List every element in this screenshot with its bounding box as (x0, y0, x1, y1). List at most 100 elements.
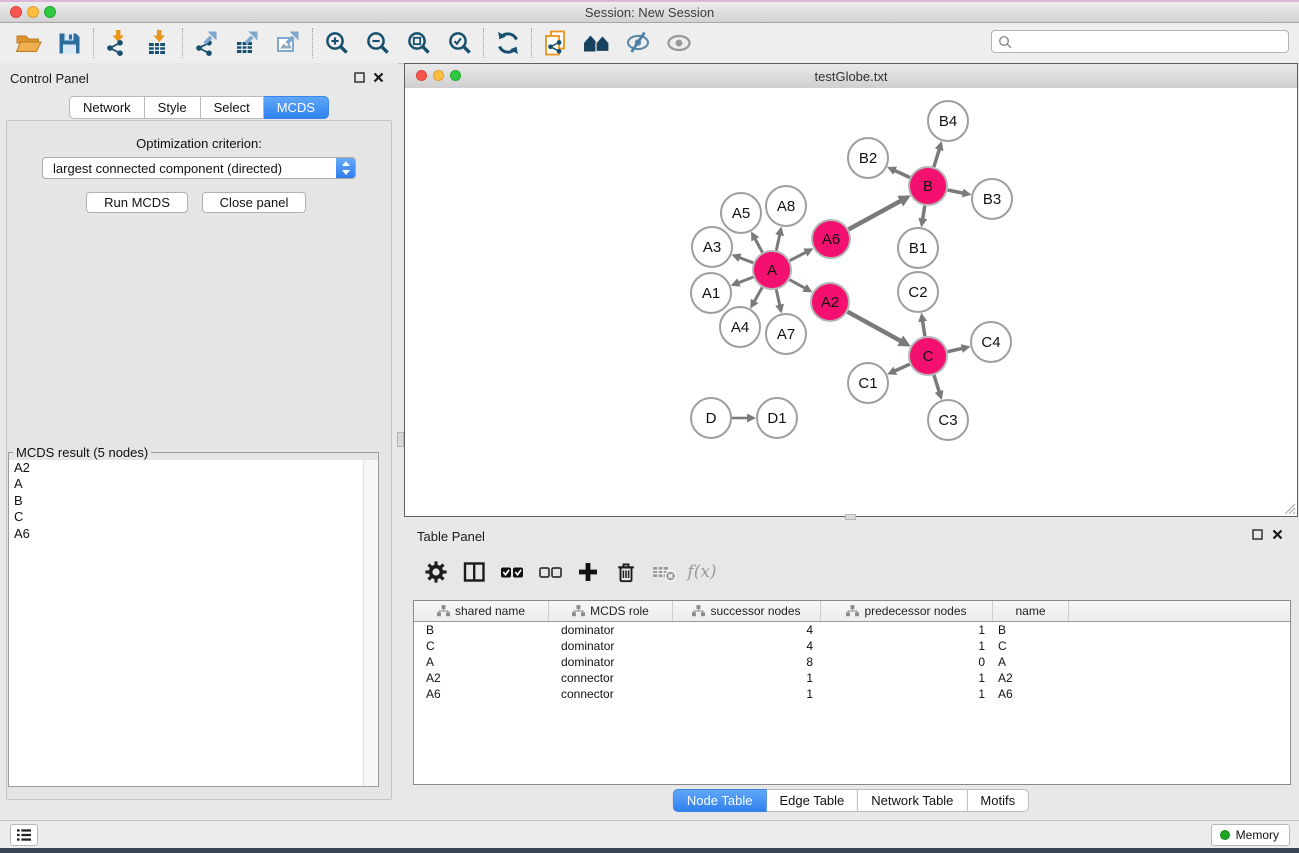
edge-B-B4[interactable] (934, 149, 939, 167)
scrollbar[interactable] (363, 460, 378, 786)
export-table-button[interactable] (227, 26, 268, 60)
graph-node-A1[interactable]: A1 (691, 273, 731, 313)
add-button[interactable] (569, 554, 607, 590)
zoom-in-button[interactable] (316, 26, 357, 60)
graph-node-C4[interactable]: C4 (971, 322, 1011, 362)
close-panel-button[interactable]: Close panel (202, 192, 306, 213)
zoom-fit-button[interactable] (398, 26, 439, 60)
settings-button[interactable] (417, 554, 455, 590)
column-header-MCDS-role[interactable]: MCDS role (549, 601, 673, 621)
close-panel-icon[interactable] (1272, 527, 1283, 545)
graph-node-C2[interactable]: C2 (898, 272, 938, 312)
graph-node-D1[interactable]: D1 (757, 398, 797, 438)
edge-C-C1[interactable] (895, 364, 910, 371)
network-graph[interactable]: AA1A2A3A4A5A6A7A8BB1B2B3B4CC1C2C3C4DD1 (405, 88, 1297, 516)
node-table[interactable]: shared nameMCDS rolesuccessor nodesprede… (413, 600, 1291, 785)
edge-A-A2[interactable] (790, 280, 806, 289)
refresh-button[interactable] (487, 26, 528, 60)
criterion-dropdown[interactable]: largest connected component (directed) (42, 157, 356, 179)
open-file-button[interactable] (8, 26, 49, 60)
column-header-predecessor-nodes[interactable]: predecessor nodes (821, 601, 993, 621)
table-row[interactable]: A6connector11A6 (414, 686, 1290, 702)
mcds-result-list[interactable]: A2ABCA6 (9, 460, 378, 786)
edge-B-B1[interactable] (923, 206, 925, 219)
mcds-result-item[interactable]: A6 (9, 526, 378, 542)
mcds-result-item[interactable]: A (9, 476, 378, 492)
graph-node-A[interactable]: A (753, 251, 791, 289)
task-history-button[interactable] (10, 824, 38, 846)
select-all-button[interactable] (493, 554, 531, 590)
table-row[interactable]: Bdominator41B (414, 622, 1290, 638)
edge-A-A3[interactable] (740, 258, 754, 263)
graph-node-C[interactable]: C (909, 337, 947, 375)
table-row[interactable]: Adominator80A (414, 654, 1290, 670)
column-header-successor-nodes[interactable]: successor nodes (673, 601, 821, 621)
graph-node-B1[interactable]: B1 (898, 228, 938, 268)
table-row[interactable]: Cdominator41C (414, 638, 1290, 654)
tab-mcds[interactable]: MCDS (264, 96, 329, 119)
mcds-result-item[interactable]: C (9, 509, 378, 525)
vertical-split-handle[interactable] (397, 432, 404, 447)
edge-A-A5[interactable] (755, 239, 762, 253)
edge-B-B3[interactable] (948, 190, 964, 193)
mcds-result-item[interactable]: B (9, 493, 378, 509)
column-header-name[interactable]: name (993, 601, 1069, 621)
resize-grip-icon[interactable] (1282, 501, 1296, 515)
edge-A-A6[interactable] (790, 252, 806, 260)
edge-A-A7[interactable] (776, 290, 779, 306)
edge-A2-C[interactable] (848, 312, 901, 341)
search-field[interactable] (991, 30, 1289, 53)
import-table-button[interactable] (138, 26, 179, 60)
edge-A-A1[interactable] (739, 277, 754, 283)
zoom-selected-button[interactable] (439, 26, 480, 60)
memory-button[interactable]: Memory (1211, 824, 1290, 846)
graph-node-A5[interactable]: A5 (721, 193, 761, 233)
edge-A-A8[interactable] (776, 235, 779, 251)
graph-node-C1[interactable]: C1 (848, 363, 888, 403)
graph-node-A8[interactable]: A8 (766, 186, 806, 226)
delete-table-button[interactable] (645, 554, 683, 590)
tab-node-table[interactable]: Node Table (673, 789, 767, 812)
export-image-button[interactable] (268, 26, 309, 60)
function-builder-button[interactable]: f(x) (683, 554, 721, 590)
edge-A-A4[interactable] (754, 287, 762, 301)
graph-node-A4[interactable]: A4 (720, 307, 760, 347)
hide-graphics-details-button[interactable] (617, 26, 658, 60)
table-row[interactable]: A2connector11A2 (414, 670, 1290, 686)
network-snapshot-button[interactable] (535, 26, 576, 60)
save-button[interactable] (49, 26, 90, 60)
delete-button[interactable] (607, 554, 645, 590)
tab-select[interactable]: Select (201, 96, 264, 119)
column-header-shared-name[interactable]: shared name (414, 601, 549, 621)
horizontal-split-handle[interactable] (845, 514, 856, 520)
edge-C-C2[interactable] (923, 321, 925, 336)
float-panel-icon[interactable] (1252, 527, 1263, 545)
edge-A6-B[interactable] (849, 201, 901, 230)
close-panel-icon[interactable] (373, 72, 384, 83)
graph-node-C3[interactable]: C3 (928, 400, 968, 440)
columns-button[interactable] (455, 554, 493, 590)
graph-node-B2[interactable]: B2 (848, 138, 888, 178)
run-mcds-button[interactable]: Run MCDS (86, 192, 188, 213)
edge-B-B2[interactable] (895, 171, 910, 178)
export-network-button[interactable] (186, 26, 227, 60)
network-canvas[interactable]: AA1A2A3A4A5A6A7A8BB1B2B3B4CC1C2C3C4DD1 (405, 88, 1297, 516)
home-button[interactable] (576, 26, 617, 60)
search-input[interactable] (1012, 34, 1288, 50)
edge-C-C3[interactable] (934, 375, 939, 392)
graph-node-A3[interactable]: A3 (692, 227, 732, 267)
tab-network-table[interactable]: Network Table (858, 789, 967, 812)
graph-node-A7[interactable]: A7 (766, 314, 806, 354)
import-network-button[interactable] (97, 26, 138, 60)
tab-edge-table[interactable]: Edge Table (766, 789, 858, 812)
tab-motifs[interactable]: Motifs (967, 789, 1029, 812)
unselect-all-button[interactable] (531, 554, 569, 590)
tab-network[interactable]: Network (69, 96, 145, 119)
graph-node-B[interactable]: B (909, 167, 947, 205)
graph-node-D[interactable]: D (691, 398, 731, 438)
graph-node-B4[interactable]: B4 (928, 101, 968, 141)
network-window-titlebar[interactable]: testGlobe.txt (405, 64, 1297, 89)
show-graphics-details-button[interactable] (658, 26, 699, 60)
float-panel-icon[interactable] (354, 72, 365, 83)
graph-node-A6[interactable]: A6 (812, 220, 850, 258)
